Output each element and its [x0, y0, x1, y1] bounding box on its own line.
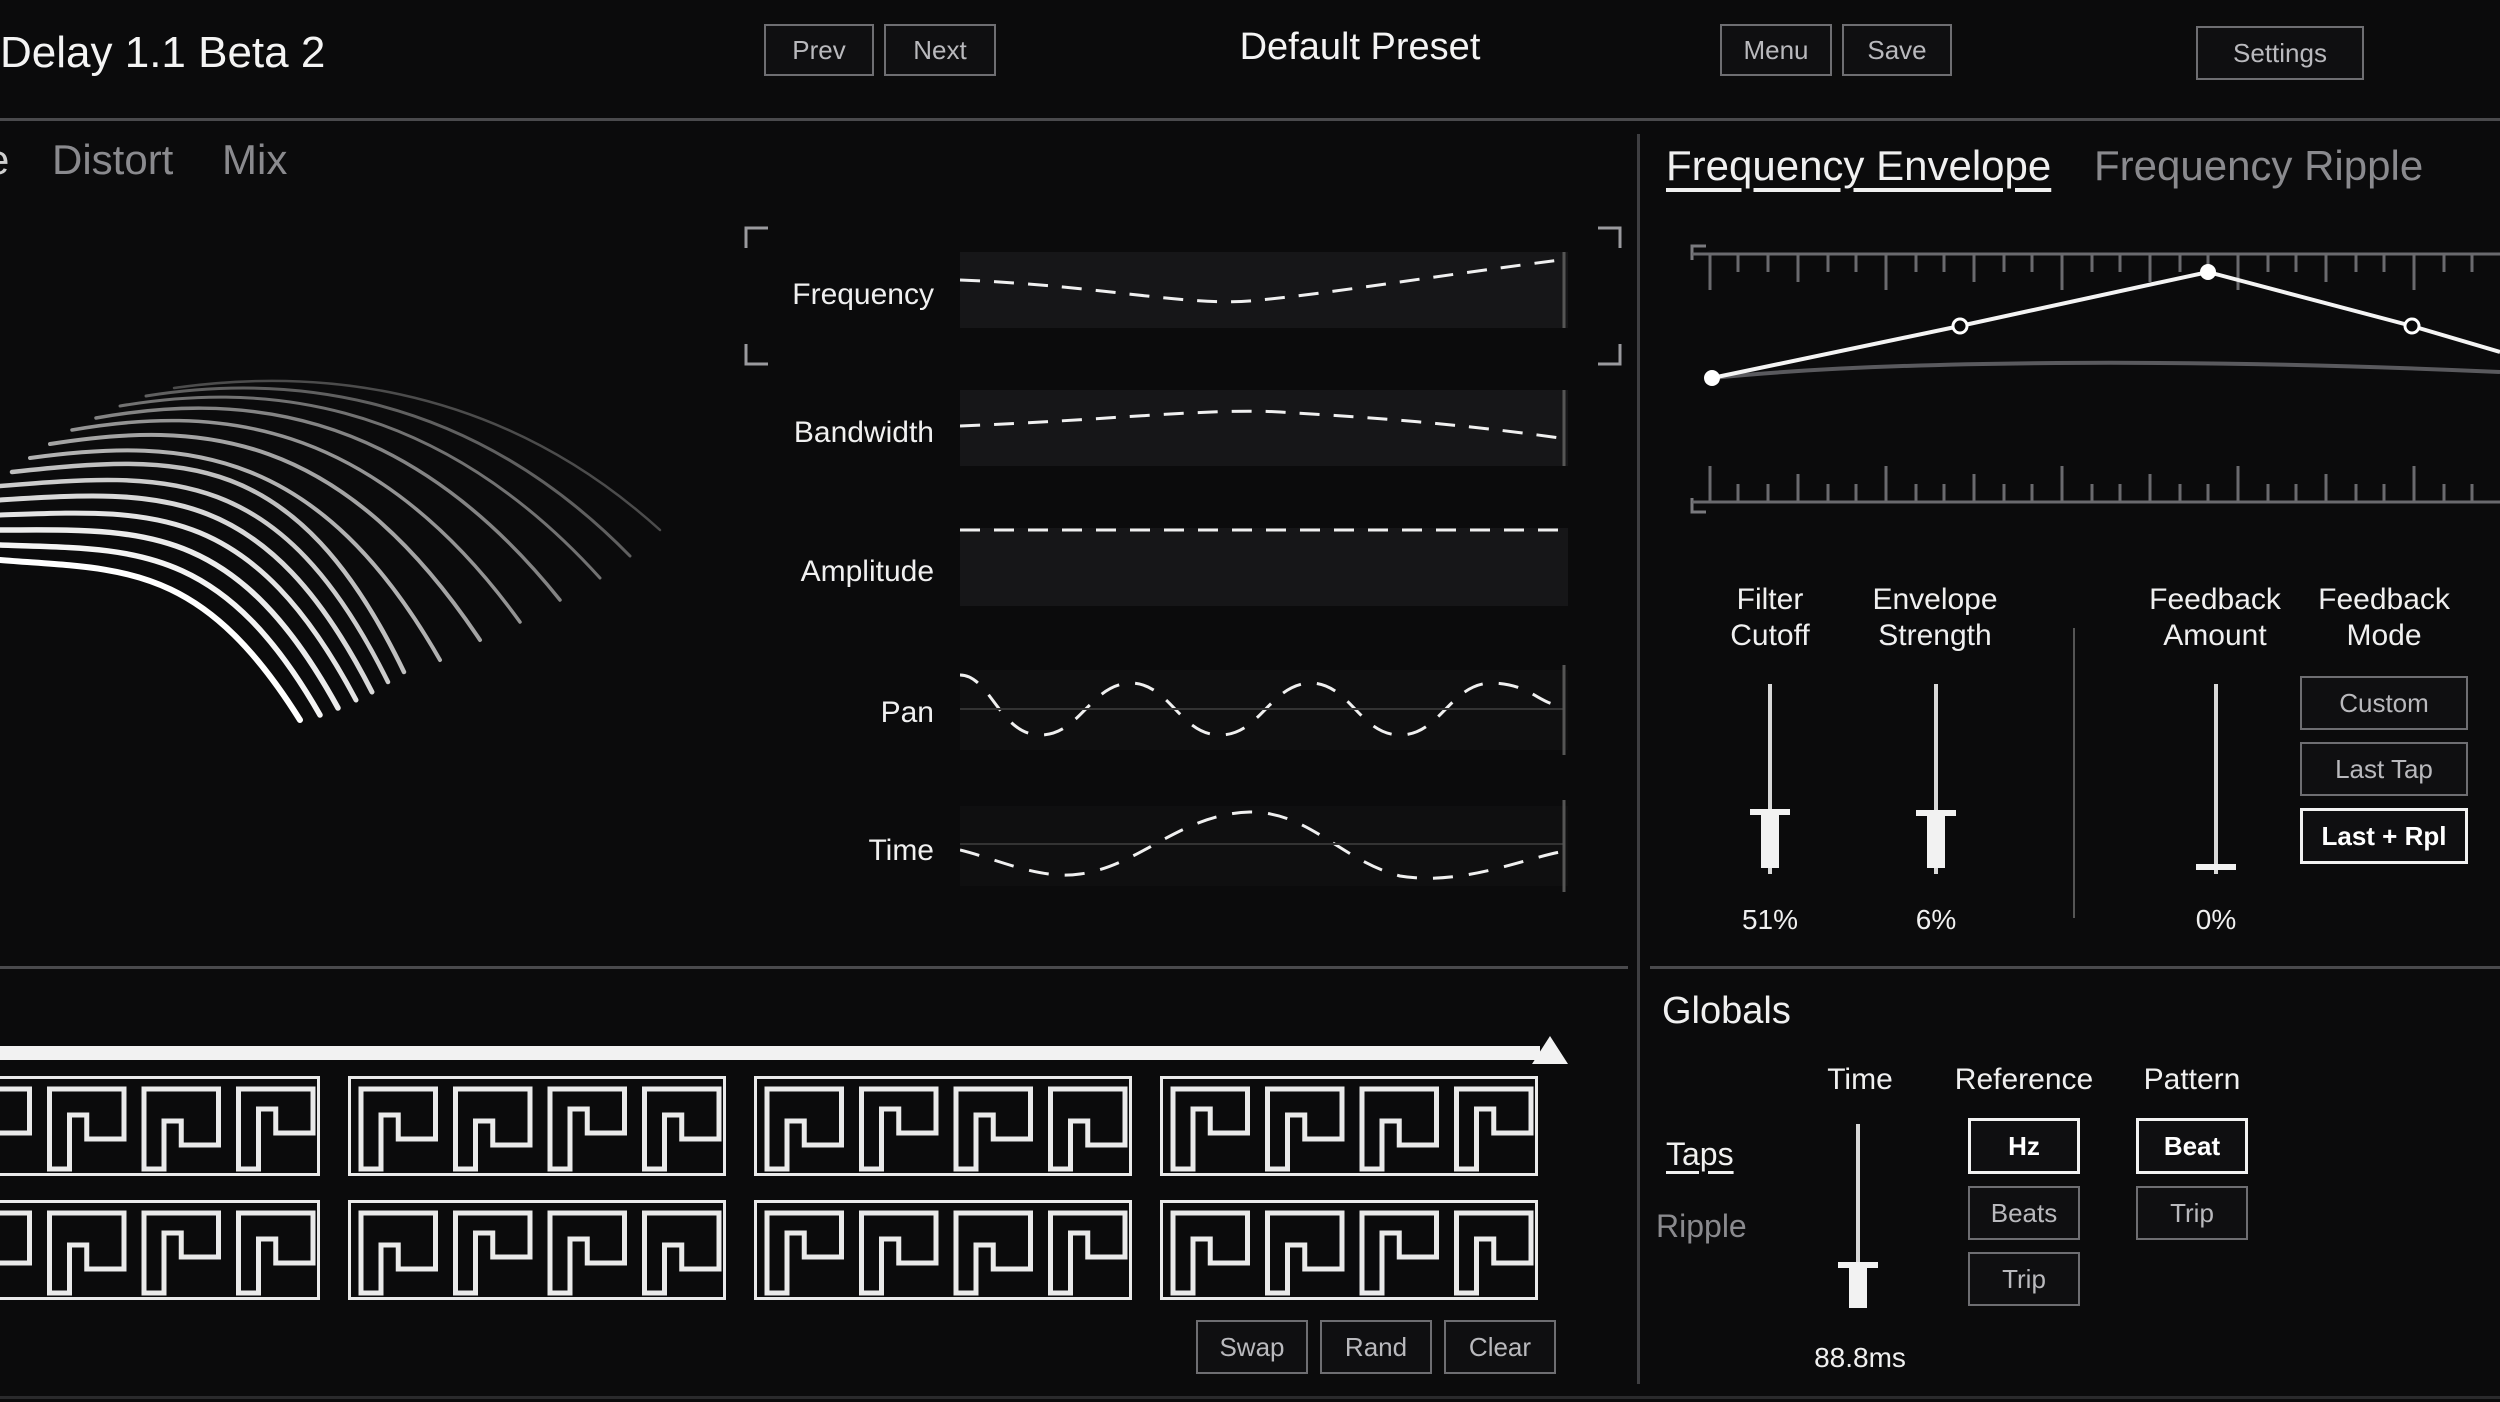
lane-label-frequency: Frequency — [792, 278, 934, 311]
feedback-amount-slider[interactable] — [2194, 680, 2238, 880]
tap-group[interactable] — [1160, 1076, 1538, 1176]
envelope-strength-label: Envelope Strength — [1872, 583, 1998, 652]
tap-group[interactable] — [754, 1200, 1132, 1300]
tab-frequency-ripple[interactable]: Frequency Ripple — [2094, 142, 2423, 190]
tap-group[interactable] — [1160, 1200, 1538, 1300]
menu-button[interactable]: Menu — [1720, 24, 1832, 76]
envelope-strength-slider[interactable] — [1914, 680, 1958, 880]
filter-cutoff-value: 51% — [1741, 904, 1799, 935]
header-divider — [0, 118, 2500, 121]
tab-distort[interactable]: Distort — [52, 136, 173, 184]
pattern-beat-button[interactable]: Beat — [2136, 1118, 2248, 1174]
pattern-trip-button[interactable]: Trip — [2136, 1186, 2248, 1240]
spectrum-visualizer — [0, 379, 662, 723]
rand-button[interactable]: Rand — [1320, 1320, 1432, 1374]
tab-mix[interactable]: Mix — [222, 136, 287, 184]
feedback-amount-value: 0% — [2195, 904, 2237, 935]
tap-group[interactable] — [0, 1200, 320, 1300]
slider-group-divider — [2073, 628, 2075, 918]
prev-preset-button[interactable]: Prev — [764, 24, 874, 76]
globals-taps-tab[interactable]: Taps — [1666, 1136, 1734, 1173]
app-title: Delay 1.1 Beta 2 — [0, 28, 326, 77]
globals-time-label: Time — [1827, 1063, 1893, 1096]
tap-grid[interactable] — [0, 1076, 1560, 1300]
feedback-mode-last-tap-button[interactable]: Last Tap — [2300, 742, 2468, 796]
globals-ripple-tab[interactable]: Ripple — [1656, 1208, 1747, 1245]
globals-title: Globals — [1662, 990, 1791, 1032]
preset-name[interactable]: Default Preset — [1180, 26, 1540, 69]
reference-beats-button[interactable]: Beats — [1968, 1186, 2080, 1240]
globals-time-value: 88.8ms — [1814, 1342, 1906, 1373]
tap-group[interactable] — [348, 1076, 726, 1176]
tap-length-handle-icon[interactable] — [1532, 1036, 1568, 1064]
feedback-mode-label: Feedback Mode — [2318, 583, 2450, 652]
reference-trip-button[interactable]: Trip — [1968, 1252, 2080, 1306]
tap-group[interactable] — [754, 1076, 1132, 1176]
bottom-section-divider-right — [1650, 966, 2500, 969]
tap-group[interactable] — [0, 1076, 320, 1176]
reference-hz-button[interactable]: Hz — [1968, 1118, 2080, 1174]
globals-pattern-label: Pattern — [2143, 1063, 2241, 1096]
lane-label-amplitude: Amplitude — [800, 555, 934, 588]
lane-label-time: Time — [868, 834, 934, 867]
tap-group[interactable] — [348, 1200, 726, 1300]
filter-cutoff-label: Filter Cutoff — [1730, 583, 1810, 652]
tap-length-bar[interactable] — [0, 1046, 1540, 1060]
feedback-mode-custom-button[interactable]: Custom — [2300, 676, 2468, 730]
lane-label-bandwidth: Bandwidth — [793, 416, 934, 449]
tab-partial[interactable]: e — [0, 136, 9, 184]
lane-pan-curve — [960, 665, 1566, 755]
lane-time-curve — [960, 800, 1566, 892]
feedback-amount-label: Feedback Amount — [2149, 583, 2281, 652]
clear-button[interactable]: Clear — [1444, 1320, 1556, 1374]
globals-time-slider[interactable] — [1836, 1120, 1880, 1310]
globals-reference-label: Reference — [1954, 1063, 2094, 1096]
frequency-envelope-editor[interactable] — [1690, 240, 2500, 520]
envelope-strength-value: 6% — [1915, 904, 1957, 935]
bottom-section-divider-left — [0, 966, 1628, 969]
lane-amplitude-curve — [960, 528, 1560, 532]
filter-cutoff-slider[interactable] — [1748, 680, 1792, 880]
feedback-mode-last-rpl-button[interactable]: Last + Rpl — [2300, 808, 2468, 864]
settings-button[interactable]: Settings — [2196, 26, 2364, 80]
lane-label-pan: Pan — [880, 696, 934, 729]
lane-frequency-curve — [960, 252, 1566, 328]
next-preset-button[interactable]: Next — [884, 24, 996, 76]
swap-button[interactable]: Swap — [1196, 1320, 1308, 1374]
tab-frequency-envelope[interactable]: Frequency Envelope — [1666, 142, 2051, 190]
save-button[interactable]: Save — [1842, 24, 1952, 76]
footer-edge — [0, 1396, 2500, 1399]
lane-bandwidth-curve — [960, 390, 1566, 466]
section-divider-vertical — [1637, 134, 1640, 1384]
